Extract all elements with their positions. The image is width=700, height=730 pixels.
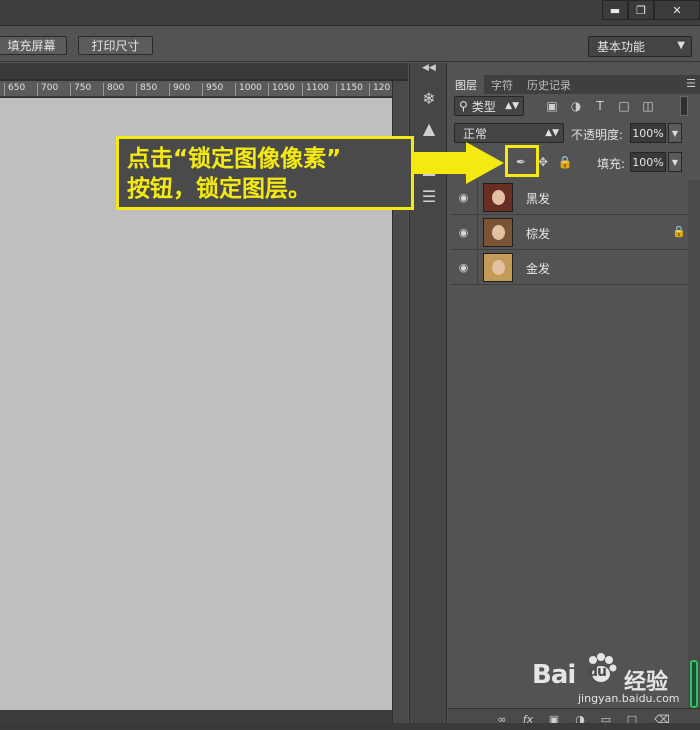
fill-dropdown[interactable]: ▼ [668, 152, 682, 172]
callout-line-2: 按钮，锁定图层。 [127, 176, 311, 202]
tab-character[interactable]: 字符 [484, 75, 520, 94]
print-size-button[interactable]: 打印尺寸 [78, 36, 153, 55]
eye-icon[interactable]: ◉ [450, 180, 478, 215]
opacity-label: 不透明度: [571, 128, 624, 142]
search-icon: ⚲ [459, 99, 468, 113]
restore-icon: ❐ [636, 3, 646, 17]
eye-icon[interactable]: ◉ [450, 250, 478, 285]
pixel-filter-icon[interactable]: ▣ [544, 98, 560, 114]
horizontal-scrollbar[interactable] [0, 710, 392, 723]
window-controls: ▬ ❐ ✕ [602, 0, 700, 22]
eye-icon[interactable]: ◉ [450, 215, 478, 250]
navigator-icon[interactable]: ❄ [418, 87, 440, 109]
histogram-icon[interactable]: ▲ [418, 117, 440, 139]
type-filter-icon[interactable]: T [592, 98, 608, 114]
ruler-tick: 750 [70, 83, 91, 96]
collapse-icon[interactable]: ◀◀ [422, 63, 436, 73]
horizontal-ruler: 650 700 750 800 850 900 950 1000 1050 11… [0, 81, 392, 97]
title-bar: ▬ ❐ ✕ [0, 0, 700, 26]
lock-icon: 🔒 [672, 225, 686, 238]
watermark-brand-2: du [588, 664, 607, 680]
ruler-tick: 950 [202, 83, 223, 96]
layer-thumbnail [483, 253, 513, 282]
layer-name: 金发 [526, 262, 551, 276]
restore-button[interactable]: ❐ [628, 0, 654, 20]
workspace-label: 基本功能 [597, 40, 646, 54]
fill-screen-button[interactable]: 填充屏幕 [0, 36, 67, 55]
filter-kind-select[interactable]: ⚲ 类型 ▲▼ [454, 96, 524, 116]
layer-name: 黑发 [526, 192, 551, 206]
document-tab-strip [0, 63, 408, 79]
options-bar: 填充屏幕 打印尺寸 基本功能 ▼ [0, 26, 700, 62]
ruler-tick: 800 [103, 83, 124, 96]
adjustment-filter-icon[interactable]: ◑ [568, 98, 584, 114]
ruler-tick: 900 [169, 83, 190, 96]
filter-toggle[interactable] [680, 96, 688, 116]
baidu-watermark: Bai du 经验 jingyan.baidu.com [532, 652, 692, 705]
layer-filter-row: ⚲ 类型 ▲▼ ▣ ◑ T □ ◫ [454, 96, 694, 118]
chevron-down-icon: ▲▼ [505, 101, 519, 111]
chevron-down-icon: ▼ [671, 157, 679, 167]
ruler-tick: 1000 [235, 83, 262, 96]
panel-tabs: 图层 字符 历史记录 [448, 75, 700, 94]
layer-list: ◉ 黑发 ◉ 棕发 🔒 ◉ 金发 [450, 180, 696, 285]
close-button[interactable]: ✕ [654, 0, 700, 20]
fill-input[interactable]: 100% [630, 152, 666, 172]
layer-row[interactable]: ◉ 棕发 🔒 [450, 215, 696, 250]
minimize-button[interactable]: ▬ [602, 0, 628, 20]
shape-filter-icon[interactable]: □ [616, 98, 632, 114]
adjustments-icon[interactable]: ☰ [418, 185, 440, 207]
ruler-tick: 120 [369, 83, 390, 96]
layer-list-scrollbar[interactable] [688, 180, 700, 708]
ruler-tick: 1100 [302, 83, 329, 96]
status-strip [0, 723, 700, 730]
lock-all-icon[interactable]: 🔒 [556, 153, 574, 171]
chevron-down-icon: ▼ [677, 40, 685, 51]
workspace-select[interactable]: 基本功能 ▼ [588, 36, 692, 57]
opacity-input[interactable]: 100% [630, 123, 666, 143]
ruler-tick: 1050 [268, 83, 295, 96]
layer-thumbnail [483, 218, 513, 247]
ruler-tick: 1150 [336, 83, 363, 96]
fill-label: 填充: [597, 157, 626, 171]
ruler-tick: 650 [4, 83, 25, 96]
layer-name: 棕发 [526, 227, 551, 241]
tab-layers[interactable]: 图层 [448, 75, 484, 94]
chevron-down-icon: ▲▼ [545, 128, 559, 138]
ruler-tick: 700 [37, 83, 58, 96]
callout-line-1: 点击“锁定图像像素” [127, 146, 342, 172]
chevron-down-icon: ▼ [671, 128, 679, 138]
blend-mode-label: 正常 [463, 126, 488, 141]
tab-history[interactable]: 历史记录 [520, 75, 578, 94]
close-icon: ✕ [672, 3, 682, 17]
layer-thumbnail [483, 183, 513, 212]
layer-row[interactable]: ◉ 黑发 [450, 180, 696, 215]
minimize-icon: ▬ [609, 3, 621, 17]
filter-kind-label: 类型 [471, 99, 496, 114]
blend-mode-select[interactable]: 正常 ▲▼ [454, 123, 564, 143]
watermark-brand: Bai [532, 660, 576, 690]
ruler-tick: 850 [136, 83, 157, 96]
watermark-url: jingyan.baidu.com [578, 692, 680, 705]
lock-image-pixels-highlight [505, 145, 539, 177]
panel-menu-icon[interactable]: ☰ [686, 77, 696, 90]
opacity-dropdown[interactable]: ▼ [668, 123, 682, 143]
smart-object-filter-icon[interactable]: ◫ [640, 98, 656, 114]
instruction-callout: 点击“锁定图像像素” 按钮，锁定图层。 [116, 136, 414, 210]
arrow-icon [414, 142, 504, 184]
layer-row[interactable]: ◉ 金发 [450, 250, 696, 285]
